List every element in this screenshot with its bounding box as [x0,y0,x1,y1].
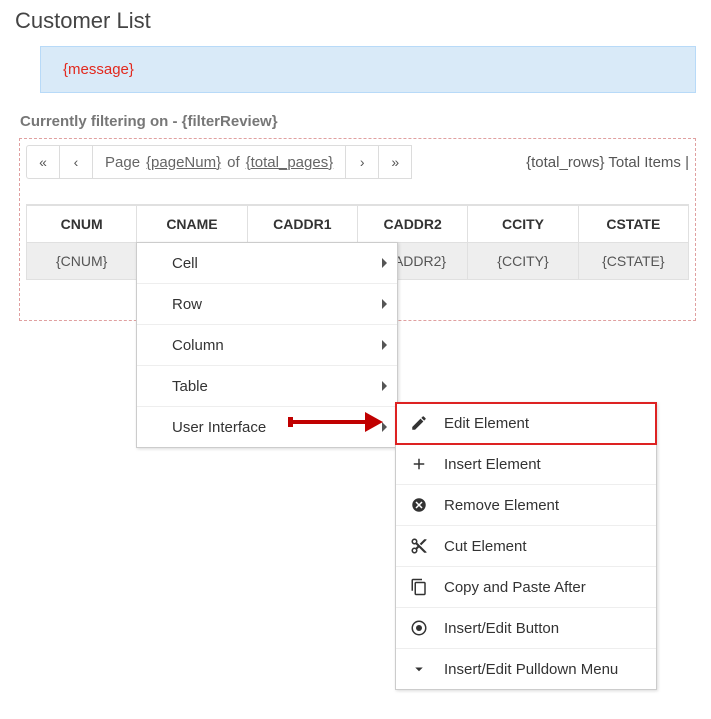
menu-item-label: Column [172,337,224,354]
menu-item-label: Table [172,378,208,395]
menu-item-label: User Interface [172,419,266,436]
document-icon [145,418,163,436]
pager-of-word: of [227,154,240,171]
chevron-down-icon [408,658,430,680]
message-box: {message} [40,46,696,93]
cell-cstate[interactable]: {CSTATE} [578,243,688,280]
menu-item-label: Copy and Paste After [444,579,586,596]
cell-ccity[interactable]: {CCITY} [468,243,578,280]
chevron-right-icon [382,422,387,432]
menu-item-table[interactable]: Table [137,366,397,407]
chevron-right-icon [382,340,387,350]
submenu-item-insert-element[interactable]: Insert Element [396,444,656,485]
plus-icon [408,453,430,475]
copy-icon [408,576,430,598]
menu-item-label: Remove Element [444,497,559,514]
submenu-item-cut-element[interactable]: Cut Element [396,526,656,567]
col-header[interactable]: CCITY [468,205,578,243]
pager-page-num[interactable]: {pageNum} [146,154,221,171]
submenu-item-copy-paste-after[interactable]: Copy and Paste After [396,567,656,608]
menu-item-label: Edit Element [444,415,529,432]
pager-total-rows: {total_rows} [526,154,604,171]
pager: « ‹ Page {pageNum} of {total_pages} › » … [26,145,689,179]
col-header[interactable]: CADDR2 [357,205,467,243]
submenu-item-remove-element[interactable]: Remove Element [396,485,656,526]
pencil-icon [408,412,430,434]
col-header[interactable]: CADDR1 [247,205,357,243]
pager-totals: {total_rows} Total Items | [526,154,689,171]
pager-next-button[interactable]: › [345,145,379,179]
pager-prev-button[interactable]: ‹ [59,145,93,179]
menu-item-row[interactable]: Row [137,284,397,325]
context-submenu: Edit Element Insert Element Remove Eleme… [395,402,657,690]
scissors-icon [408,535,430,557]
pager-last-button[interactable]: » [378,145,412,179]
menu-item-label: Cell [172,255,198,272]
chevron-right-icon [382,258,387,268]
pager-total-pages[interactable]: {total_pages} [246,154,334,171]
context-menu: Cell Row Column Table User Interface [136,242,398,448]
menu-item-label: Insert/Edit Button [444,620,559,637]
filter-label: Currently filtering on - {filterReview} [20,113,696,130]
menu-item-label: Cut Element [444,538,527,555]
filter-value: {filterReview} [182,113,278,130]
chevron-right-icon [382,299,387,309]
pager-page-word: Page [105,154,140,171]
menu-item-user-interface[interactable]: User Interface [137,407,397,447]
menu-item-label: Insert Element [444,456,541,473]
pager-label: Page {pageNum} of {total_pages} [92,145,346,179]
menu-item-label: Row [172,296,202,313]
col-header[interactable]: CNUM [27,205,137,243]
menu-item-label: Insert/Edit Pulldown Menu [444,661,618,678]
submenu-item-edit-element[interactable]: Edit Element [396,403,656,444]
remove-icon [408,494,430,516]
submenu-item-insert-edit-pulldown[interactable]: Insert/Edit Pulldown Menu [396,649,656,689]
cell-cnum[interactable]: {CNUM} [27,243,137,280]
menu-item-cell[interactable]: Cell [137,243,397,284]
col-header[interactable]: CSTATE [578,205,688,243]
filter-label-text: Currently filtering on - [20,113,182,130]
radio-button-icon [408,617,430,639]
chevron-right-icon [382,381,387,391]
submenu-item-insert-edit-button[interactable]: Insert/Edit Button [396,608,656,649]
pager-first-button[interactable]: « [26,145,60,179]
col-header[interactable]: CNAME [137,205,247,243]
pager-total-items-label: Total Items | [608,154,689,171]
menu-item-column[interactable]: Column [137,325,397,366]
page-title: Customer List [15,8,696,34]
